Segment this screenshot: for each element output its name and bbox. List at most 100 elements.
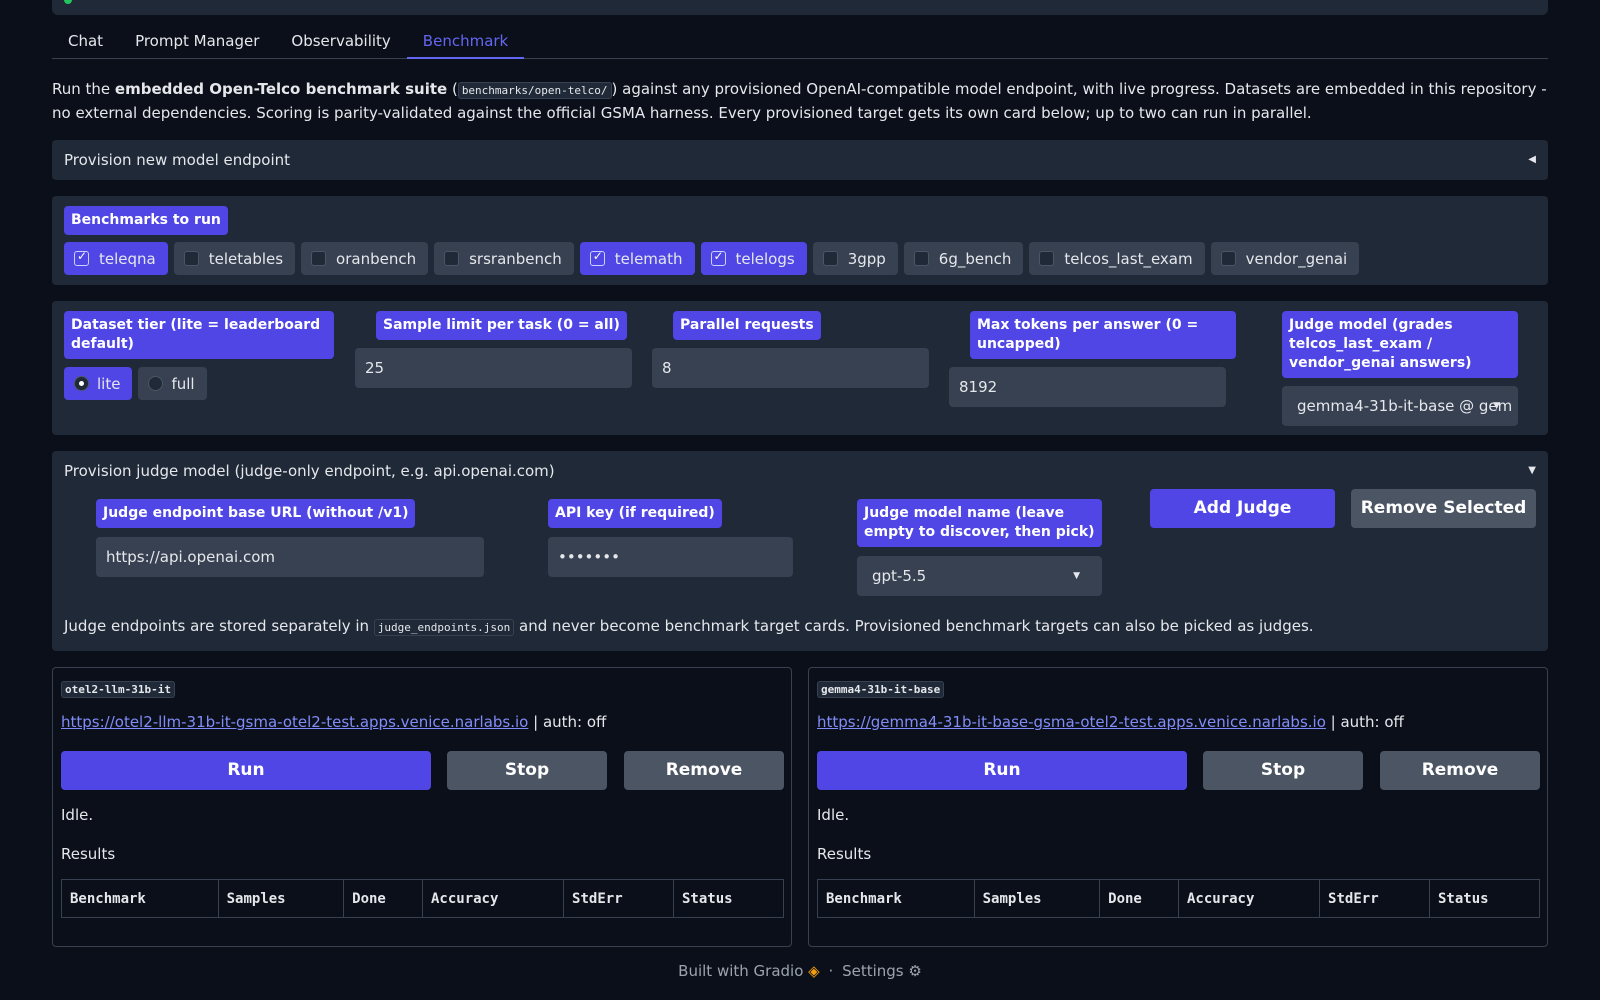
auth-status: | auth: off (1325, 713, 1404, 731)
tier-label: Dataset tier (lite = leaderboard default… (64, 311, 334, 359)
auth-status: | auth: off (528, 713, 607, 731)
run-status: Idle. (817, 806, 850, 824)
benchmark-checkbox-label: 3gpp (847, 249, 886, 268)
target-url-line: https://otel2-llm-31b-it-gsma-otel2-test… (61, 713, 606, 731)
judge-name-select[interactable]: gpt-5.5 ▼ (857, 556, 1102, 596)
col-accuracy: Accuracy (1177, 879, 1321, 918)
footer-separator: · (828, 962, 834, 980)
settings-panel: Dataset tier (lite = leaderboard default… (52, 301, 1548, 435)
intro-bold: embedded Open-Telco benchmark suite (114, 80, 448, 98)
col-status: Status (673, 879, 784, 918)
benchmark-checkbox-label: teleqna (99, 249, 156, 268)
target-url-link[interactable]: https://gemma4-31b-it-base-gsma-otel2-te… (817, 713, 1326, 731)
judge-header-label: Provision judge model (judge-only endpoi… (64, 462, 555, 480)
remove-selected-button[interactable]: Remove Selected (1351, 489, 1536, 528)
tier-full-label: full (171, 374, 195, 393)
caret-left-icon: ◀ (1528, 154, 1536, 165)
benchmarks-checkbox-group: teleqna teletables oranbench srsranbench tel… (64, 242, 1365, 275)
benchmarks-panel: Benchmarks to run teleqna teletables oranb… (52, 196, 1548, 285)
benchmark-checkbox-telelogs[interactable]: telelogs (700, 242, 807, 275)
col-stderr: StdErr (1319, 879, 1430, 918)
results-table: Benchmark Samples Done Accuracy StdErr S… (817, 879, 1540, 918)
benchmark-checkbox-teleqna[interactable]: teleqna (64, 242, 168, 275)
sample-limit-label: Sample limit per task (0 = all) (376, 311, 627, 340)
run-button[interactable]: Run (61, 751, 431, 790)
tier-radio-lite[interactable]: lite (64, 367, 133, 400)
tab-observability[interactable]: Observability (275, 26, 406, 59)
intro-part: ( (447, 80, 458, 98)
built-with-link[interactable]: Built with Gradio (678, 962, 803, 980)
checkbox-empty-icon (1220, 251, 1236, 266)
benchmark-checkbox-label: vendor_genai (1245, 249, 1348, 268)
status-dot-icon (64, 0, 72, 4)
benchmark-checkbox-6g_bench[interactable]: 6g_bench (903, 242, 1024, 275)
results-label: Results (817, 845, 872, 863)
checkbox-checked-icon (74, 249, 89, 266)
max-tokens-input[interactable]: 8192 (949, 367, 1226, 407)
benchmark-checkbox-srsranbench[interactable]: srsranbench (434, 242, 574, 275)
checkbox-empty-icon (913, 251, 929, 266)
col-stderr: StdErr (563, 879, 674, 918)
api-key-input[interactable]: ••••••• (548, 537, 793, 577)
sample-limit-input[interactable]: 25 (355, 348, 632, 388)
parallel-requests-input[interactable]: 8 (652, 348, 929, 388)
target-tag: gemma4-31b-it-base (817, 681, 945, 698)
checkbox-checked-icon (589, 249, 605, 266)
benchmark-checkbox-vendor_genai[interactable]: vendor_genai (1210, 242, 1360, 275)
checkbox-empty-icon (1039, 251, 1055, 266)
stop-button[interactable]: Stop (1203, 751, 1363, 790)
judge-name-value: gpt-5.5 (872, 567, 927, 585)
benchmark-checkbox-label: telcos_last_exam (1064, 249, 1193, 268)
settings-link[interactable]: Settings (842, 962, 904, 980)
benchmark-checkbox-label: teletables (208, 249, 284, 268)
tier-radio-full[interactable]: full (138, 367, 207, 400)
benchmark-checkbox-telemath[interactable]: telemath (579, 242, 695, 275)
benchmark-checkbox-label: srsranbench (469, 249, 562, 268)
intro-text: Run the embedded Open-Telco benchmark su… (52, 78, 1548, 125)
tier-lite-label: lite (97, 374, 121, 393)
results-label: Results (61, 845, 116, 863)
remove-button[interactable]: Remove (1380, 751, 1540, 790)
parallel-requests-label: Parallel requests (673, 311, 821, 340)
tab-bar: Chat Prompt Manager Observability Benchm… (52, 26, 1548, 59)
benchmark-checkbox-oranbench[interactable]: oranbench (301, 242, 429, 275)
tab-prompt-manager[interactable]: Prompt Manager (119, 26, 275, 59)
col-samples: Samples (973, 879, 1101, 918)
col-done: Done (343, 879, 423, 918)
target-card-gemma4: gemma4-31b-it-base https://gemma4-31b-it… (808, 667, 1548, 947)
remove-button[interactable]: Remove (624, 751, 784, 790)
benchmark-checkbox-teletables[interactable]: teletables (173, 242, 296, 275)
benchmark-checkbox-label: telelogs (735, 249, 795, 268)
intro-part: Run the (52, 80, 115, 98)
run-button[interactable]: Run (817, 751, 1187, 790)
target-card-otel2: otel2-llm-31b-it https://otel2-llm-31b-i… (52, 667, 792, 947)
provision-accordion[interactable]: Provision new model endpoint ◀ (52, 140, 1548, 180)
target-url-line: https://gemma4-31b-it-base-gsma-otel2-te… (817, 713, 1404, 731)
col-done: Done (1099, 879, 1179, 918)
judge-url-input[interactable]: https://api.openai.com (96, 537, 484, 577)
judge-name-label: Judge model name (leave empty to discove… (857, 499, 1102, 547)
provision-accordion-header[interactable]: Provision new model endpoint ◀ (52, 140, 1548, 180)
benchmark-checkbox-label: 6g_bench (938, 249, 1012, 268)
col-accuracy: Accuracy (421, 879, 565, 918)
benchmark-checkbox-3gpp[interactable]: 3gpp (812, 242, 898, 275)
benchmark-checkbox-label: telemath (614, 249, 683, 268)
api-key-label: API key (if required) (548, 499, 722, 528)
checkbox-empty-icon (311, 251, 327, 266)
judge-accordion-header[interactable]: Provision judge model (judge-only endpoi… (52, 451, 1548, 491)
radio-icon (148, 376, 164, 391)
benchmark-checkbox-telcos_last_exam[interactable]: telcos_last_exam (1029, 242, 1205, 275)
run-status: Idle. (61, 806, 94, 824)
gradio-logo-icon: ◈ (808, 962, 820, 980)
judge-model-select[interactable]: gemma4-31b-it-base @ gem ▼ (1282, 386, 1518, 426)
col-status: Status (1429, 879, 1540, 918)
add-judge-button[interactable]: Add Judge (1150, 489, 1335, 528)
stop-button[interactable]: Stop (447, 751, 607, 790)
checkbox-checked-icon (710, 249, 726, 266)
tab-chat[interactable]: Chat (52, 26, 119, 59)
judge-model-label: Judge model (grades telcos_last_exam / v… (1282, 311, 1518, 378)
tab-benchmark[interactable]: Benchmark (406, 26, 525, 59)
judge-model-value: gemma4-31b-it-base @ gem (1297, 397, 1513, 415)
target-url-link[interactable]: https://otel2-llm-31b-it-gsma-otel2-test… (61, 713, 528, 731)
dropdown-arrow-icon: ▼ (1073, 571, 1080, 581)
